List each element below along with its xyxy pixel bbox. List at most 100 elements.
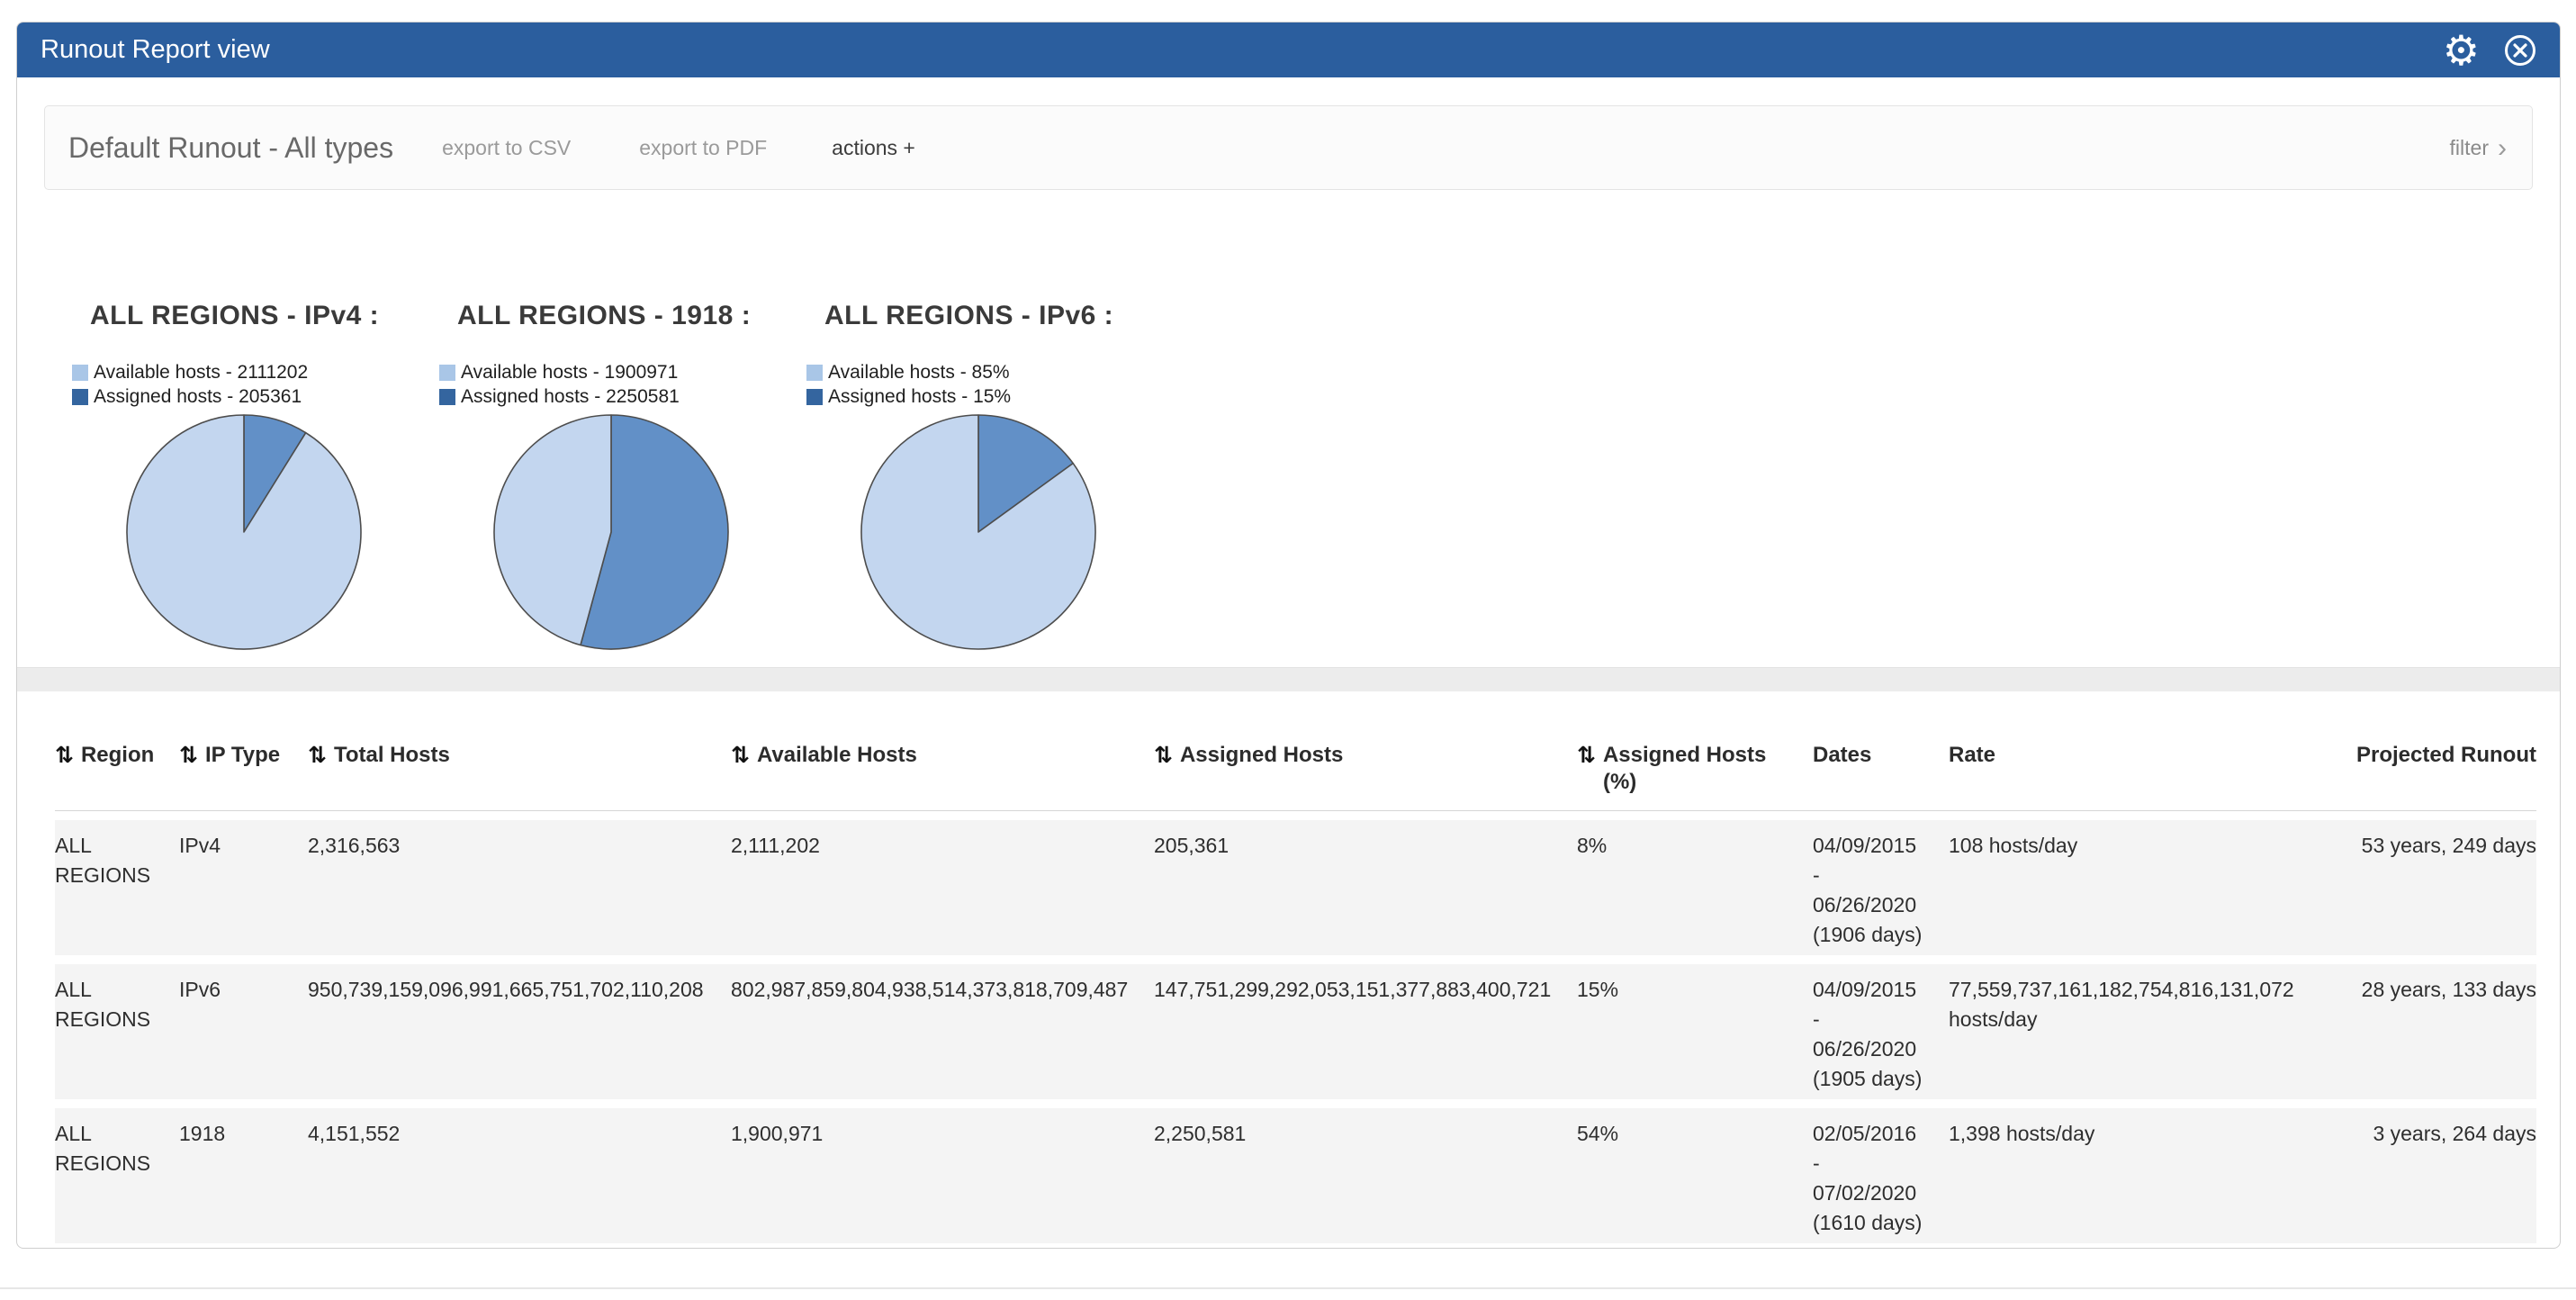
legend-label: Assigned hosts - 205361 <box>94 386 302 408</box>
gear-icon[interactable]: ⚙ <box>2443 30 2480 71</box>
sort-icon: ⇅ <box>308 742 327 769</box>
legend-item-assigned: Assigned hosts - 205361 <box>72 384 439 409</box>
column-header-assigned-hosts-pct[interactable]: ⇅ Assigned Hosts (%) <box>1577 742 1813 796</box>
cell-assigned-pct: 8% <box>1577 831 1813 950</box>
table-header-row: ⇅ Region ⇅ IP Type ⇅ Total Hosts ⇅ Avail… <box>55 742 2536 811</box>
chart-title: ALL REGIONS - IPv6 : <box>824 301 1174 331</box>
window-title: Runout Report view <box>41 35 270 65</box>
cell-dates: 04/09/2015 - 06/26/2020 (1905 days) <box>1813 975 1949 1094</box>
actions-menu-button[interactable]: actions + <box>832 136 915 160</box>
horizontal-scroll-track[interactable] <box>17 667 2560 691</box>
titlebar-icons: ⚙ <box>2443 30 2537 71</box>
filter-button[interactable]: filter › <box>2450 136 2507 160</box>
cell-dates: 02/05/2016 - 07/02/2020 (1610 days) <box>1813 1119 1949 1238</box>
column-header-label: Region <box>81 742 154 769</box>
page-bottom-divider <box>0 1287 2576 1289</box>
legend-swatch-available <box>72 365 88 381</box>
legend-label: Available hosts - 85% <box>828 362 1010 384</box>
cell-ip-type: IPv4 <box>179 831 308 950</box>
legend-item-available: Available hosts - 2111202 <box>72 360 439 384</box>
legend-item-available: Available hosts - 1900971 <box>439 360 806 384</box>
legend-item-assigned: Assigned hosts - 15% <box>806 384 1174 409</box>
chart-title: ALL REGIONS - IPv4 : <box>90 301 439 331</box>
chart-title: ALL REGIONS - 1918 : <box>457 301 806 331</box>
sort-icon: ⇅ <box>179 742 198 769</box>
cell-region: ALL REGIONS <box>55 831 179 950</box>
cell-projected-runout: 3 years, 264 days <box>2331 1119 2536 1238</box>
legend-label: Assigned hosts - 15% <box>828 386 1011 408</box>
sort-icon: ⇅ <box>55 742 74 769</box>
cell-rate: 1,398 hosts/day <box>1949 1119 2331 1238</box>
cell-available-hosts: 2,111,202 <box>731 831 1154 950</box>
column-header-label: Total Hosts <box>334 742 450 769</box>
cell-projected-runout: 28 years, 133 days <box>2331 975 2536 1094</box>
chart-block-ipv4: ALL REGIONS - IPv4 : Available hosts - 2… <box>72 301 439 658</box>
column-header-region[interactable]: ⇅ Region <box>55 742 179 796</box>
table-row-1918: ALL REGIONS 1918 4,151,552 1,900,971 2,2… <box>55 1108 2536 1243</box>
export-csv-link[interactable]: export to CSV <box>442 136 571 160</box>
column-header-assigned-hosts[interactable]: ⇅ Assigned Hosts <box>1154 742 1577 796</box>
table-row-ipv4: ALL REGIONS IPv4 2,316,563 2,111,202 205… <box>55 820 2536 955</box>
export-pdf-link[interactable]: export to PDF <box>639 136 767 160</box>
report-name: Default Runout - All types <box>68 131 393 165</box>
chart-legend: Available hosts - 1900971 Assigned hosts… <box>439 360 806 409</box>
window-titlebar: Runout Report view ⚙ <box>17 23 2560 77</box>
cell-ip-type: IPv6 <box>179 975 308 1094</box>
table-row-ipv6: ALL REGIONS IPv6 950,739,159,096,991,665… <box>55 964 2536 1099</box>
legend-label: Available hosts - 2111202 <box>94 362 308 384</box>
cell-assigned-hosts: 147,751,299,292,053,151,377,883,400,721 <box>1154 975 1577 1094</box>
column-header-ip-type[interactable]: ⇅ IP Type <box>179 742 308 796</box>
column-header-label: Dates <box>1813 742 1871 769</box>
sort-icon: ⇅ <box>1154 742 1173 769</box>
runout-report-window: Runout Report view ⚙ Default Runout - Al… <box>16 22 2561 1249</box>
legend-swatch-assigned <box>439 389 455 405</box>
cell-rate: 108 hosts/day <box>1949 831 2331 950</box>
column-header-label: Assigned Hosts (%) <box>1603 742 1804 796</box>
cell-available-hosts: 802,987,859,804,938,514,373,818,709,487 <box>731 975 1154 1094</box>
sort-icon: ⇅ <box>1577 742 1596 769</box>
column-header-label: Rate <box>1949 742 1995 769</box>
cell-available-hosts: 1,900,971 <box>731 1119 1154 1238</box>
cell-projected-runout: 53 years, 249 days <box>2331 831 2536 950</box>
cell-total-hosts: 4,151,552 <box>308 1119 731 1238</box>
column-header-label: Assigned Hosts <box>1180 742 1343 769</box>
column-header-rate: Rate <box>1949 742 2331 796</box>
sort-icon: ⇅ <box>731 742 750 769</box>
cell-assigned-pct: 54% <box>1577 1119 1813 1238</box>
cell-assigned-hosts: 205,361 <box>1154 831 1577 950</box>
chart-block-1918: ALL REGIONS - 1918 : Available hosts - 1… <box>439 301 806 658</box>
column-header-total-hosts[interactable]: ⇅ Total Hosts <box>308 742 731 796</box>
column-header-dates: Dates <box>1813 742 1949 796</box>
close-icon[interactable] <box>2503 33 2537 68</box>
report-toolbar: Default Runout - All types export to CSV… <box>44 105 2533 190</box>
column-header-label: Available Hosts <box>757 742 917 769</box>
legend-item-assigned: Assigned hosts - 2250581 <box>439 384 806 409</box>
column-header-available-hosts[interactable]: ⇅ Available Hosts <box>731 742 1154 796</box>
legend-swatch-assigned <box>806 389 823 405</box>
legend-swatch-available <box>439 365 455 381</box>
runout-table: ⇅ Region ⇅ IP Type ⇅ Total Hosts ⇅ Avail… <box>17 742 2560 1243</box>
legend-swatch-available <box>806 365 823 381</box>
chart-legend: Available hosts - 2111202 Assigned hosts… <box>72 360 439 409</box>
chart-block-ipv6: ALL REGIONS - IPv6 : Available hosts - 8… <box>806 301 1174 658</box>
cell-assigned-pct: 15% <box>1577 975 1813 1094</box>
column-header-label: Projected Runout <box>2356 742 2536 769</box>
cell-total-hosts: 2,316,563 <box>308 831 731 950</box>
legend-label: Assigned hosts - 2250581 <box>461 386 680 408</box>
filter-label: filter <box>2450 136 2489 160</box>
pie-chart-ipv6 <box>857 411 1174 658</box>
pie-chart-ipv4 <box>122 411 439 658</box>
pie-charts-section: ALL REGIONS - IPv4 : Available hosts - 2… <box>17 301 2560 658</box>
legend-label: Available hosts - 1900971 <box>461 362 678 384</box>
cell-ip-type: 1918 <box>179 1119 308 1238</box>
cell-region: ALL REGIONS <box>55 1119 179 1238</box>
column-header-projected-runout: Projected Runout <box>2331 742 2536 796</box>
cell-rate: 77,559,737,161,182,754,816,131,072 hosts… <box>1949 975 2331 1094</box>
cell-total-hosts: 950,739,159,096,991,665,751,702,110,208 <box>308 975 731 1094</box>
cell-dates: 04/09/2015 - 06/26/2020 (1906 days) <box>1813 831 1949 950</box>
legend-swatch-assigned <box>72 389 88 405</box>
chevron-right-icon: › <box>2498 138 2507 158</box>
legend-item-available: Available hosts - 85% <box>806 360 1174 384</box>
cell-assigned-hosts: 2,250,581 <box>1154 1119 1577 1238</box>
pie-chart-1918 <box>490 411 806 658</box>
